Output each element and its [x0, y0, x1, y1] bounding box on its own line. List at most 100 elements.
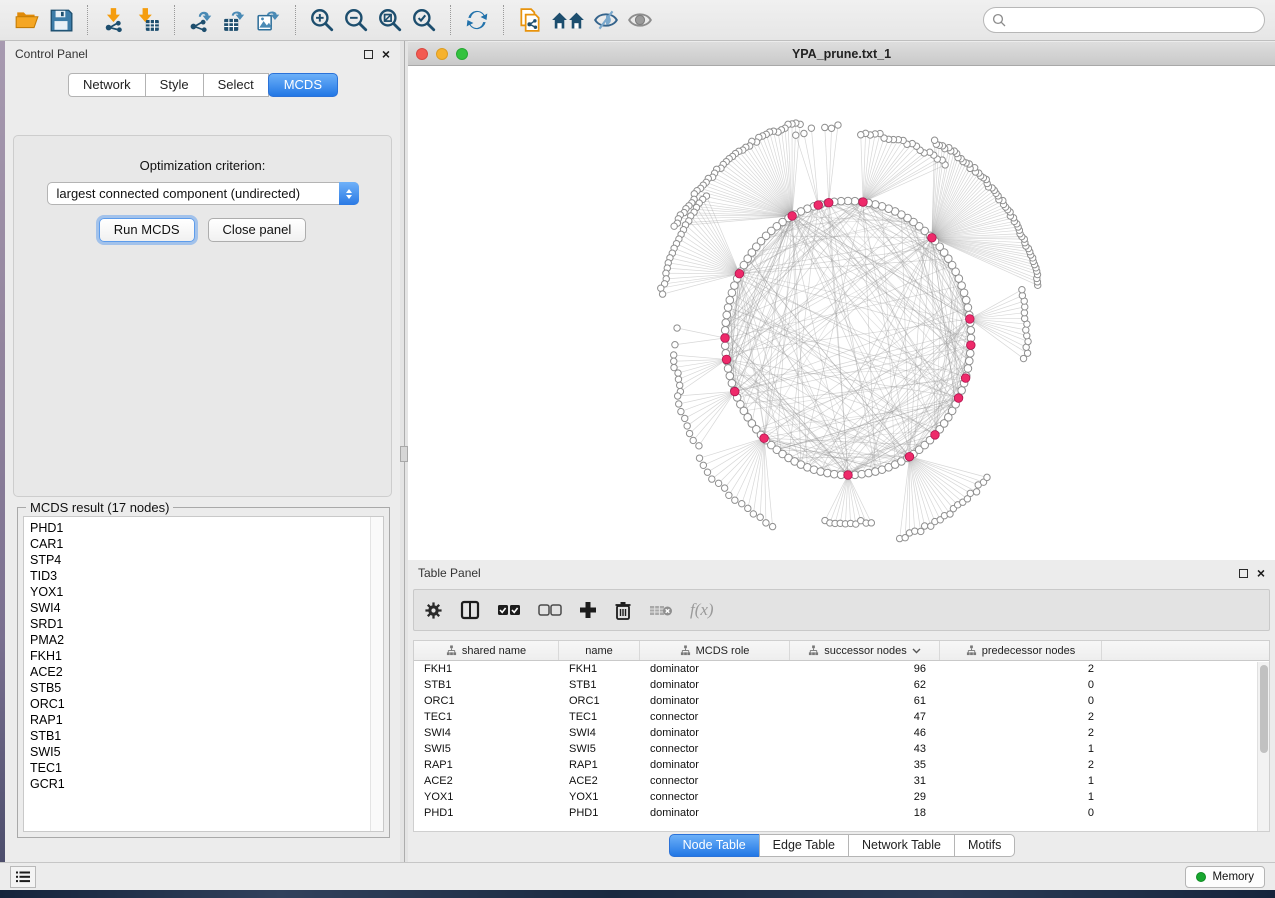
- import-network-button[interactable]: [97, 3, 131, 37]
- show-graphics-details-button[interactable]: [623, 3, 657, 37]
- mcds-result-item[interactable]: YOX1: [30, 584, 370, 600]
- deselect-all-button[interactable]: [538, 604, 562, 616]
- show-hide-columns-button[interactable]: [460, 600, 480, 620]
- save-session-button[interactable]: [44, 3, 78, 37]
- panel-splitter[interactable]: [400, 41, 408, 862]
- table-cell: ORC1: [414, 693, 559, 709]
- mcds-result-item[interactable]: STB1: [30, 728, 370, 744]
- mcds-result-item[interactable]: RAP1: [30, 712, 370, 728]
- mcds-result-item[interactable]: TEC1: [30, 760, 370, 776]
- close-panel-button[interactable]: Close panel: [208, 218, 307, 242]
- table-cell: YOX1: [414, 789, 559, 805]
- table-scrollbar[interactable]: [1257, 662, 1269, 831]
- table-cell: SWI5: [559, 741, 640, 757]
- table-row[interactable]: ACE2ACE2connector311: [414, 773, 1269, 789]
- zoom-out-button[interactable]: [339, 3, 373, 37]
- column-header-predecessor-nodes[interactable]: predecessor nodes: [940, 641, 1102, 660]
- mcds-result-item[interactable]: ACE2: [30, 664, 370, 680]
- mcds-list-scrollbar[interactable]: [370, 517, 383, 831]
- column-header-name[interactable]: name: [559, 641, 640, 660]
- tab-network[interactable]: Network: [68, 73, 146, 97]
- open-file-button[interactable]: [10, 3, 44, 37]
- export-network-button[interactable]: [184, 3, 218, 37]
- table-row[interactable]: SWI4SWI4dominator462: [414, 725, 1269, 741]
- task-history-button[interactable]: [10, 866, 36, 888]
- tab-select[interactable]: Select: [203, 73, 269, 97]
- mcds-result-item[interactable]: SRD1: [30, 616, 370, 632]
- mcds-result-item[interactable]: CAR1: [30, 536, 370, 552]
- tab-network-table[interactable]: Network Table: [848, 834, 955, 857]
- table-row[interactable]: SWI5SWI5connector431: [414, 741, 1269, 757]
- table-cell: PHD1: [414, 805, 559, 821]
- add-row-button[interactable]: [579, 601, 597, 619]
- column-header-successor-nodes[interactable]: successor nodes: [790, 641, 940, 660]
- tab-edge-table[interactable]: Edge Table: [759, 834, 849, 857]
- mcds-result-items: PHD1CAR1STP4TID3YOX1SWI4SRD1PMA2FKH1ACE2…: [24, 517, 370, 831]
- mcds-result-item[interactable]: ORC1: [30, 696, 370, 712]
- search-input[interactable]: [1011, 13, 1256, 27]
- close-panel-icon[interactable]: ×: [382, 50, 390, 59]
- network-overview-button[interactable]: [547, 3, 589, 37]
- mcds-result-item[interactable]: FKH1: [30, 648, 370, 664]
- mcds-result-item[interactable]: PMA2: [30, 632, 370, 648]
- table-row[interactable]: STB1STB1dominator620: [414, 677, 1269, 693]
- zoom-fit-button[interactable]: [373, 3, 407, 37]
- refresh-button[interactable]: [460, 3, 494, 37]
- column-header-filler: [1102, 641, 1269, 660]
- unchecked-boxes-icon: [538, 604, 562, 616]
- table-cell: 96: [790, 661, 940, 677]
- table-panel: Table Panel ×: [408, 560, 1275, 862]
- float-table-panel-icon[interactable]: [1239, 569, 1248, 578]
- clone-network-button[interactable]: [513, 3, 547, 37]
- memory-label: Memory: [1212, 871, 1254, 883]
- memory-status-icon: [1196, 872, 1206, 882]
- table-row[interactable]: YOX1YOX1connector291: [414, 789, 1269, 805]
- table-scrollbar-thumb[interactable]: [1260, 665, 1268, 753]
- zoom-selected-button[interactable]: [407, 3, 441, 37]
- mcds-result-item[interactable]: TID3: [30, 568, 370, 584]
- float-panel-icon[interactable]: [364, 50, 373, 59]
- select-all-button[interactable]: [497, 604, 521, 616]
- table-row[interactable]: ORC1ORC1dominator610: [414, 693, 1269, 709]
- table-row[interactable]: PHD1PHD1dominator180: [414, 805, 1269, 821]
- mcds-result-item[interactable]: PHD1: [30, 520, 370, 536]
- function-builder-button[interactable]: f(x): [690, 600, 714, 620]
- control-panel-title: Control Panel: [15, 47, 88, 61]
- tab-node-table[interactable]: Node Table: [669, 834, 760, 857]
- delete-table-button[interactable]: [649, 603, 673, 618]
- table-settings-button[interactable]: [424, 601, 443, 620]
- mcds-result-item[interactable]: STB5: [30, 680, 370, 696]
- mcds-result-item[interactable]: GCR1: [30, 776, 370, 792]
- table-cell: [1102, 661, 1269, 677]
- table-row[interactable]: RAP1RAP1dominator352: [414, 757, 1269, 773]
- import-table-button[interactable]: [131, 3, 165, 37]
- tab-style[interactable]: Style: [145, 73, 204, 97]
- tab-mcds[interactable]: MCDS: [268, 73, 338, 97]
- run-mcds-button[interactable]: Run MCDS: [99, 218, 195, 242]
- mcds-result-item[interactable]: SWI5: [30, 744, 370, 760]
- zoom-in-button[interactable]: [305, 3, 339, 37]
- table-cell: SWI4: [414, 725, 559, 741]
- tab-motifs[interactable]: Motifs: [954, 834, 1015, 857]
- export-table-icon: [222, 7, 248, 33]
- export-table-button[interactable]: [218, 3, 252, 37]
- network-window-titlebar[interactable]: YPA_prune.txt_1: [408, 42, 1275, 66]
- table-row[interactable]: FKH1FKH1dominator962: [414, 661, 1269, 677]
- table-row[interactable]: TEC1TEC1connector472: [414, 709, 1269, 725]
- search-box[interactable]: [983, 7, 1265, 33]
- hide-graphics-details-button[interactable]: [589, 3, 623, 37]
- table-cell: ACE2: [414, 773, 559, 789]
- network-graph[interactable]: [408, 66, 1275, 560]
- close-table-panel-icon[interactable]: ×: [1257, 569, 1265, 578]
- mcds-result-item[interactable]: STP4: [30, 552, 370, 568]
- memory-button[interactable]: Memory: [1185, 866, 1265, 888]
- splitter-grip[interactable]: [400, 446, 408, 462]
- export-image-button[interactable]: [252, 3, 286, 37]
- delete-row-button[interactable]: [614, 601, 632, 620]
- column-header-mcds-role[interactable]: MCDS role: [640, 641, 790, 660]
- mcds-result-list: PHD1CAR1STP4TID3YOX1SWI4SRD1PMA2FKH1ACE2…: [23, 516, 384, 832]
- application-window: Control Panel × Network Style Select MCD…: [0, 0, 1275, 898]
- optimization-criterion-select[interactable]: largest connected component (undirected): [47, 182, 359, 205]
- mcds-result-item[interactable]: SWI4: [30, 600, 370, 616]
- column-header-shared-name[interactable]: shared name: [414, 641, 559, 660]
